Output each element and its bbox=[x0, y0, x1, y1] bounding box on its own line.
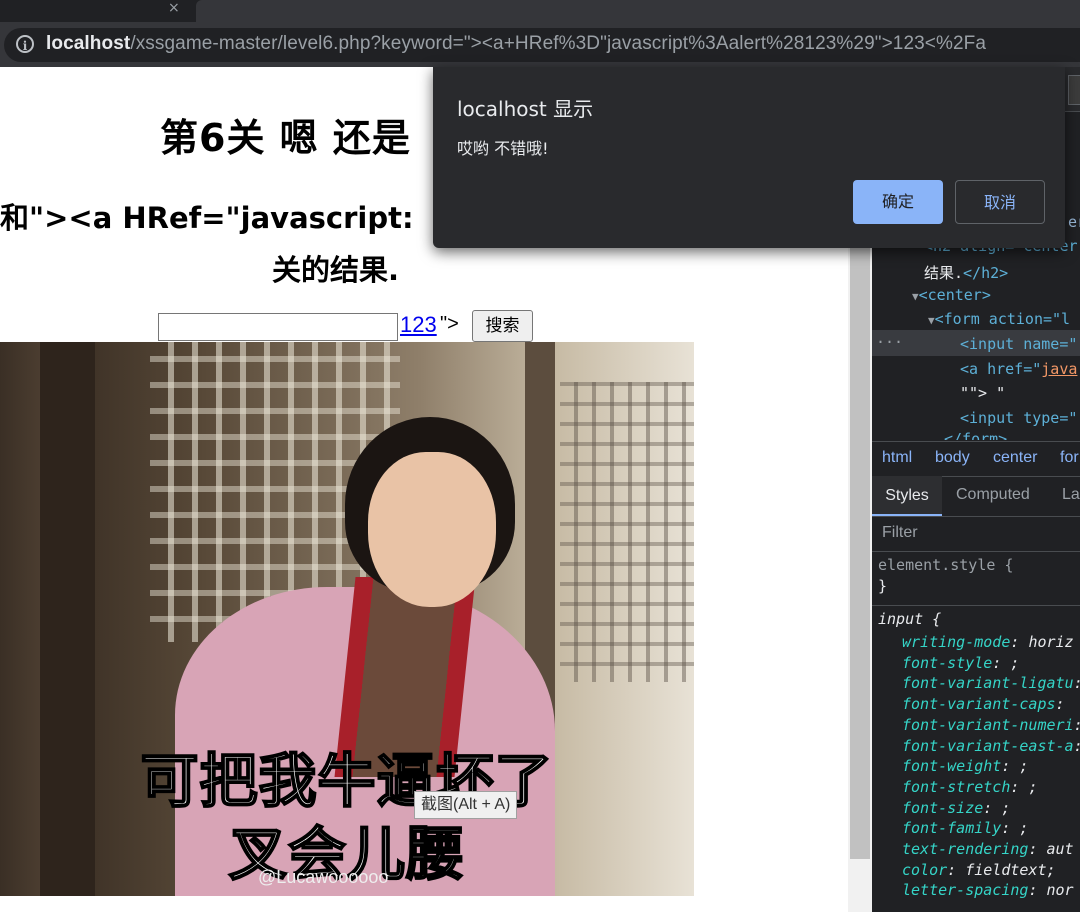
input-rule-selector[interactable]: input { bbox=[878, 610, 941, 628]
dom-node-form[interactable]: ▼<form action="l bbox=[928, 310, 1070, 328]
active-tab[interactable] bbox=[196, 0, 1080, 22]
dom-text-node[interactable]: ""> " bbox=[960, 384, 1005, 402]
css-property-value: ; bbox=[1028, 777, 1038, 796]
css-property-value: horiz bbox=[1028, 633, 1074, 651]
tab-styles[interactable]: Styles bbox=[872, 476, 942, 516]
styles-tabbar: Styles Computed La bbox=[872, 476, 1080, 517]
dom-node-center[interactable]: ▼<center> bbox=[912, 286, 991, 304]
css-property-line[interactable]: font-variant-numeri: bbox=[902, 716, 1080, 734]
css-property-name: font-variant-caps bbox=[902, 695, 1056, 714]
page-title: 第6关 嗯 还是 bbox=[160, 116, 411, 160]
css-property-name: font-variant-east-a bbox=[902, 736, 1074, 755]
screenshot-tooltip: 截图(Alt + A) bbox=[414, 791, 518, 819]
breadcrumb-html[interactable]: html bbox=[882, 449, 912, 467]
breadcrumb-center[interactable]: center bbox=[993, 449, 1037, 467]
css-property-line[interactable]: letter-spacing: nor bbox=[902, 881, 1074, 899]
css-property-line[interactable]: font-style: ; bbox=[902, 654, 1019, 672]
meme-caption-1: 可把我牛逼坏了 bbox=[139, 746, 554, 816]
url-host: localhost bbox=[46, 33, 131, 54]
address-bar: i localhost/xssgame-master/level6.php?ke… bbox=[0, 22, 1080, 67]
element-style-close: } bbox=[878, 577, 888, 595]
css-property-name: font-weight bbox=[902, 757, 1002, 776]
css-property-name: text-rendering bbox=[902, 840, 1029, 858]
tab-layout[interactable]: La bbox=[1062, 486, 1080, 504]
filter-placeholder: Filter bbox=[882, 524, 918, 541]
css-property-line[interactable]: font-variant-east-a: bbox=[902, 737, 1080, 755]
css-property-name: color bbox=[902, 860, 948, 879]
css-property-line[interactable]: font-variant-ligatu: bbox=[902, 674, 1080, 692]
ok-button[interactable]: 确定 bbox=[853, 180, 943, 224]
breadcrumb-body[interactable]: body bbox=[935, 449, 970, 467]
css-property-line[interactable]: font-weight: ; bbox=[902, 757, 1028, 775]
css-property-line[interactable]: text-rendering: aut bbox=[902, 840, 1074, 858]
code-line-3: 结果.</h2> bbox=[924, 264, 1009, 282]
dom-node-anchor[interactable]: <a href="java bbox=[960, 360, 1077, 378]
css-property-name: font-stretch bbox=[902, 777, 1011, 796]
site-info-icon[interactable]: i bbox=[16, 35, 34, 53]
url-path: /xssgame-master/level6.php?keyword="><a+… bbox=[130, 33, 987, 54]
dialog-title: localhost 显示 bbox=[457, 97, 594, 121]
styles-filter-input[interactable]: Filter bbox=[872, 517, 1080, 552]
meme-image: 可把我牛逼坏了 叉会儿腰 @Lucawoooooo bbox=[0, 342, 694, 896]
css-property-name: font-variant-ligatu bbox=[902, 674, 1074, 693]
css-property-line[interactable]: font-stretch: ; bbox=[902, 778, 1037, 796]
css-property-value: ; bbox=[1010, 653, 1020, 672]
css-property-name: font-style bbox=[902, 653, 993, 672]
css-property-line[interactable]: font-size: ; bbox=[902, 799, 1010, 817]
rule-divider bbox=[872, 605, 1080, 606]
url-text[interactable]: localhost/xssgame-master/level6.php?keyw… bbox=[46, 33, 986, 55]
css-property-value: aut bbox=[1046, 840, 1074, 858]
meme-watermark: @Lucawoooooo bbox=[258, 867, 389, 887]
alert-dialog: localhost 显示 哎哟 不错哦! 确定 取消 bbox=[433, 67, 1065, 248]
css-property-value: ; bbox=[1019, 819, 1029, 838]
search-input[interactable] bbox=[158, 313, 398, 341]
ellipsis-icon[interactable]: ··· bbox=[876, 333, 903, 351]
css-property-value: nor bbox=[1046, 881, 1074, 900]
css-property-name: letter-spacing bbox=[902, 881, 1029, 900]
dom-node-form-close: </form> bbox=[944, 430, 1008, 440]
css-property-name: font-family bbox=[902, 819, 1002, 838]
omnibox[interactable]: i localhost/xssgame-master/level6.php?ke… bbox=[4, 28, 1080, 62]
devtools-toolbar-button[interactable] bbox=[1068, 75, 1080, 105]
css-property-value: ; bbox=[1019, 757, 1029, 776]
injected-link[interactable]: 123 bbox=[400, 312, 437, 338]
result-heading-line2: 关的结果. bbox=[272, 253, 400, 287]
css-property-name: font-variant-numeri bbox=[902, 715, 1074, 734]
css-property-line[interactable]: font-variant-caps: bbox=[902, 695, 1065, 713]
meme-figure-face bbox=[368, 452, 496, 607]
cancel-button[interactable]: 取消 bbox=[955, 180, 1045, 224]
css-property-value: ; bbox=[1001, 798, 1011, 817]
code-line-1: er bbox=[1068, 213, 1080, 231]
tab-computed[interactable]: Computed bbox=[956, 486, 1030, 504]
css-property-line[interactable]: writing-mode: horiz bbox=[902, 633, 1074, 651]
search-button[interactable]: 搜索 bbox=[472, 310, 533, 342]
css-property-line[interactable]: font-family: ; bbox=[902, 819, 1028, 837]
dom-breadcrumb: html body center for bbox=[872, 441, 1080, 477]
css-property-line[interactable]: color: fieldtext; bbox=[902, 861, 1056, 879]
leftover-text: "> bbox=[440, 313, 459, 335]
result-heading-line1: 和"><a HRef="javascript: bbox=[0, 201, 414, 235]
dom-node-submit[interactable]: <input type=" bbox=[960, 409, 1077, 427]
css-property-name: font-size bbox=[902, 798, 984, 817]
dom-node-input[interactable]: <input name=" bbox=[960, 335, 1077, 353]
tab-close-icon[interactable]: × bbox=[168, 1, 180, 15]
dialog-message: 哎哟 不错哦! bbox=[457, 139, 549, 158]
css-property-value: fieldtext; bbox=[965, 860, 1056, 879]
tab-strip: × bbox=[0, 0, 1080, 22]
breadcrumb-form[interactable]: for bbox=[1060, 449, 1079, 467]
element-style-rule[interactable]: element.style { bbox=[878, 556, 1013, 574]
css-property-name: writing-mode bbox=[902, 633, 1011, 651]
